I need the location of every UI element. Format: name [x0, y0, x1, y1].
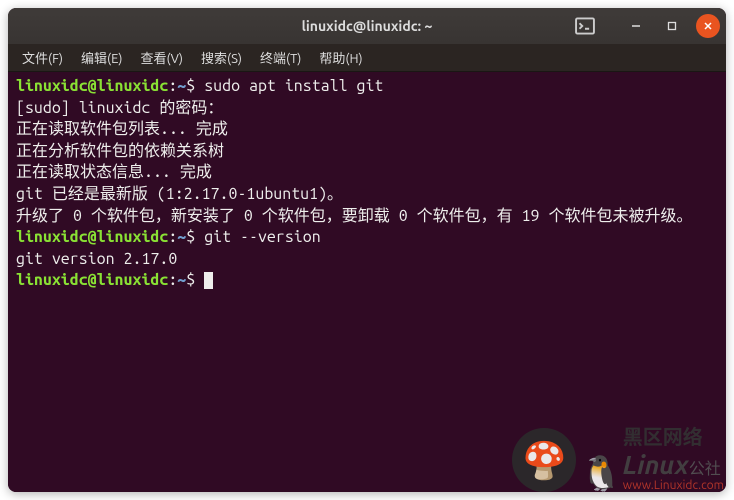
prompt-colon: : — [168, 228, 177, 246]
prompt-dollar: $ — [186, 77, 204, 95]
prompt-path: ~ — [177, 77, 186, 95]
output-line: 正在分析软件包的依赖关系树 — [16, 142, 287, 160]
output-line: git version 2.17.0 — [16, 250, 177, 268]
prompt-path: ~ — [177, 228, 186, 246]
prompt-dollar: $ — [186, 228, 204, 246]
watermark-brand-suffix: 公社 — [689, 460, 721, 478]
prompt-path: ~ — [177, 271, 186, 289]
cursor — [204, 272, 213, 289]
prompt-dollar: $ — [186, 271, 204, 289]
output-line: 升级了 0 个软件包，新安装了 0 个软件包，要卸载 0 个软件包，有 19 个… — [16, 207, 692, 225]
output-line: [sudo] linuxidc 的密码： — [16, 99, 223, 117]
new-terminal-icon[interactable] — [574, 15, 596, 37]
titlebar-left-controls — [574, 15, 596, 37]
output-line: 正在读取软件包列表... 完成 — [16, 120, 228, 138]
prompt-user: linuxidc@linuxidc — [16, 77, 168, 95]
prompt-user: linuxidc@linuxidc — [16, 228, 168, 246]
menu-view[interactable]: 查看(V) — [133, 45, 191, 70]
prompt-colon: : — [168, 77, 177, 95]
command-1: sudo apt install git — [204, 77, 383, 95]
output-line: 正在读取状态信息... 完成 — [16, 163, 275, 181]
prompt-user: linuxidc@linuxidc — [16, 271, 168, 289]
watermark-brand-en: Linux — [623, 450, 689, 479]
watermark-brand-cn: 黑区网络 — [623, 425, 703, 448]
titlebar[interactable]: linuxidc@linuxidc: ~ — [8, 8, 726, 44]
maximize-button[interactable] — [660, 14, 684, 38]
close-button[interactable] — [696, 14, 720, 38]
window-title: linuxidc@linuxidc: ~ — [302, 18, 433, 34]
output-line: git 已经是最新版 (1:2.17.0-1ubuntu1)。 — [16, 185, 343, 203]
menu-search[interactable]: 搜索(S) — [193, 45, 250, 70]
command-2: git --version — [204, 228, 320, 246]
window-controls — [624, 14, 720, 38]
watermark-logo-circle: 🍄 — [512, 428, 576, 492]
menu-help[interactable]: 帮助(H) — [311, 45, 370, 70]
prompt-colon: : — [168, 271, 177, 289]
menubar: 文件(F) 编辑(E) 查看(V) 搜索(S) 终端(T) 帮助(H) — [8, 44, 726, 72]
watermark-url: www.Linuxidc.com — [623, 479, 724, 492]
terminal-window: linuxidc@linuxidc: ~ 文件(F) 编辑(E) 查看(V) 搜… — [8, 8, 726, 492]
menu-terminal[interactable]: 终端(T) — [252, 45, 309, 70]
tux-icon: 🐧 — [580, 454, 622, 494]
mushroom-icon: 🍄 — [522, 439, 567, 482]
watermark-text: 黑区网络 Linux公社 www.Linuxidc.com — [623, 421, 724, 492]
watermark: 🍄 🐧 黑区网络 Linux公社 www.Linuxidc.com — [512, 421, 724, 492]
minimize-button[interactable] — [624, 14, 648, 38]
menu-file[interactable]: 文件(F) — [14, 45, 71, 70]
menu-edit[interactable]: 编辑(E) — [73, 45, 130, 70]
